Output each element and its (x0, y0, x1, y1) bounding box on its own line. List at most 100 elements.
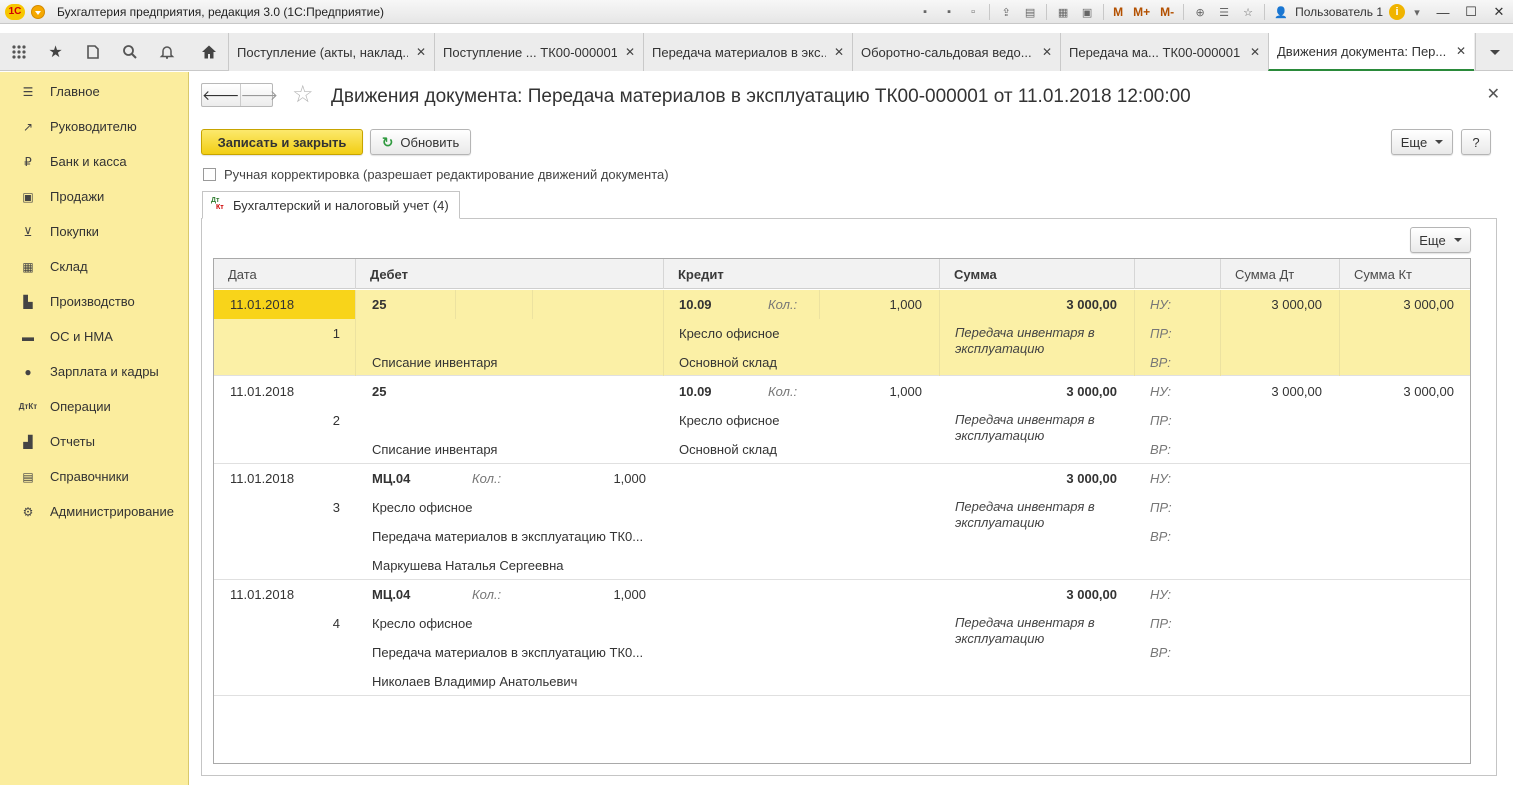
sidebar-item-main[interactable]: ☰ Главное (0, 74, 188, 109)
history-clock-icon[interactable] (74, 33, 111, 71)
cell-divider (455, 290, 456, 319)
sidebar-item-label: Руководителю (50, 119, 137, 134)
sidebar-item-reports[interactable]: ▟ Отчеты (0, 424, 188, 459)
memory-button[interactable]: M (1111, 4, 1125, 20)
tab-document-movements[interactable]: Движения документа: Пер... ✕ (1268, 33, 1474, 71)
table-row[interactable]: 11.01.2018 1 25 Списание инвентаря 10.09… (214, 290, 1470, 376)
favorites-star-icon[interactable]: ★ (37, 33, 74, 71)
menu-lines-icon: ☰ (22, 84, 34, 99)
minimize-button[interactable]: — (1429, 5, 1457, 20)
tab-transfer-list[interactable]: Передача материалов в экс... ✕ (643, 33, 852, 71)
sidebar-item-operations[interactable]: ДтКт Операции (0, 389, 188, 424)
main-menu-button[interactable] (31, 4, 45, 19)
close-tab-icon[interactable]: ✕ (416, 45, 426, 59)
history-icon[interactable]: ☰ (1215, 4, 1233, 20)
pr-label: ПР: (1150, 413, 1172, 428)
manual-correction-checkbox[interactable]: Ручная корректировка (разрешает редактир… (203, 167, 669, 182)
favorites-icon[interactable]: ☆ (1239, 4, 1257, 20)
notifications-bell-icon[interactable] (148, 33, 185, 71)
attach-icon[interactable]: ▤ (1021, 4, 1039, 20)
sidebar-item-purchases[interactable]: ⊻ Покупки (0, 214, 188, 249)
sidebar-item-production[interactable]: ▙ Производство (0, 284, 188, 319)
calculator-icon[interactable]: ▦ (1054, 4, 1072, 20)
user-name[interactable]: Пользователь 1 (1295, 5, 1383, 19)
sum-dt: 3 000,00 (1271, 384, 1322, 399)
shopping-cart-icon: ⊻ (23, 224, 33, 239)
content: Передача инвентаря в эксплуатацию (955, 412, 1095, 443)
close-tab-icon[interactable]: ✕ (1042, 45, 1052, 59)
tab-label: Передача материалов в экс... (652, 44, 826, 60)
table-row[interactable]: 11.01.2018 3 МЦ.04 Кол.: 1,000 Кресло оф… (214, 464, 1470, 580)
close-tab-icon[interactable]: ✕ (1456, 44, 1466, 58)
forward-arrow-icon[interactable]: 🡒 (239, 84, 278, 106)
tabs-list-button[interactable] (1475, 33, 1513, 71)
close-window-button[interactable]: ✕ (1485, 4, 1513, 20)
column-header-sum-dt[interactable]: Сумма Дт (1221, 259, 1340, 289)
sidebar-item-warehouse[interactable]: ▦ Склад (0, 249, 188, 284)
memory-minus-button[interactable]: M- (1158, 4, 1176, 20)
sections-grid-icon[interactable] (0, 33, 37, 71)
close-tab-icon[interactable]: ✕ (625, 45, 635, 59)
close-tab-icon[interactable]: ✕ (1250, 45, 1260, 59)
sidebar-item-fixed-assets[interactable]: ▬ ОС и НМА (0, 319, 188, 354)
debit-subconto: Передача материалов в эксплуатацию ТК0..… (372, 529, 644, 544)
column-header-tax-type[interactable] (1135, 259, 1221, 289)
column-header-sum[interactable]: Сумма (940, 259, 1135, 289)
row-number: 3 (332, 500, 340, 515)
help-button[interactable]: ? (1461, 129, 1491, 155)
sum: 3 000,00 (1066, 471, 1117, 486)
search-icon[interactable] (111, 33, 148, 71)
sidebar-item-salary[interactable]: ● Зарплата и кадры (0, 354, 188, 389)
tab-accounting-tax[interactable]: Дт Кт Бухгалтерский и налоговый учет (4) (202, 191, 460, 219)
close-tab-icon[interactable]: ✕ (834, 45, 844, 59)
column-header-debit[interactable]: Дебет (356, 259, 664, 289)
movements-table[interactable]: Дата Дебет Кредит Сумма Сумма Дт Сумма К… (213, 258, 1471, 764)
debit-qty-label: Кол.: (472, 471, 502, 486)
content: Передача инвентаря в эксплуатацию (955, 499, 1095, 530)
book-icon: ▤ (22, 469, 34, 484)
more-actions-button[interactable]: Еще (1391, 129, 1453, 155)
calendar-icon[interactable]: ▣ (1078, 4, 1096, 20)
home-button[interactable] (192, 33, 226, 71)
checkbox-box[interactable] (203, 168, 216, 181)
sidebar-item-administration[interactable]: ⚙ Администрирование (0, 494, 188, 529)
sidebar-item-director[interactable]: ↗ Руководителю (0, 109, 188, 144)
grid-more-button[interactable]: Еще (1410, 227, 1471, 253)
link-icon[interactable]: ⇪ (997, 4, 1015, 20)
column-header-sum-kt[interactable]: Сумма Кт (1340, 259, 1470, 289)
credit-qty: 1,000 (889, 384, 922, 399)
sidebar-item-catalogs[interactable]: ▤ Справочники (0, 459, 188, 494)
debit-account: 25 (372, 297, 387, 312)
add-to-favorites-star-icon[interactable]: ☆ (292, 83, 314, 107)
write-and-close-button[interactable]: Записать и закрыть (201, 129, 363, 155)
zoom-icon[interactable]: ⊕ (1191, 4, 1209, 20)
row-number: 2 (332, 413, 340, 428)
table-row[interactable]: 11.01.2018 4 МЦ.04 Кол.: 1,000 Кресло оф… (214, 580, 1470, 696)
tab-receipt-document[interactable]: Поступление ... ТК00-000001 ✕ (434, 33, 643, 71)
debit-subconto: Кресло офисное (372, 616, 473, 631)
tab-receipt-list[interactable]: Поступление (акты, наклад... ✕ (228, 33, 434, 71)
sidebar-item-sales[interactable]: ▣ Продажи (0, 179, 188, 214)
table-row[interactable]: 11.01.2018 2 25 Списание инвентаря 10.09… (214, 377, 1470, 464)
sidebar-item-label: Банк и касса (50, 154, 127, 169)
save-icon[interactable]: ▪ (916, 4, 934, 20)
person-icon: ● (24, 364, 32, 379)
tab-transfer-document[interactable]: Передача ма... ТК00-000001 ✕ (1060, 33, 1268, 71)
sidebar-item-bank[interactable]: ₽ Банк и касса (0, 144, 188, 179)
row-date: 11.01.2018 (230, 297, 295, 312)
info-menu-chevron-icon[interactable]: ▾ (1408, 4, 1426, 20)
close-form-icon[interactable]: ✕ (1487, 84, 1500, 104)
back-arrow-icon[interactable]: 🡐 (202, 84, 240, 106)
info-icon[interactable]: i (1389, 4, 1405, 20)
column-header-credit[interactable]: Кредит (664, 259, 940, 289)
top-navigation: ★ Поступление (акты, наклад... ✕ Поступле… (0, 33, 1513, 71)
tab-turnover-balance[interactable]: Оборотно-сальдовая ведо... ✕ (852, 33, 1060, 71)
debit-qty: 1,000 (613, 587, 646, 602)
credit-subconto: Кресло офисное (679, 413, 780, 428)
maximize-button[interactable]: ☐ (1457, 4, 1485, 20)
column-header-date[interactable]: Дата (214, 259, 356, 289)
print-icon[interactable]: ▪ (940, 4, 958, 20)
refresh-button[interactable]: ↻ Обновить (370, 129, 471, 155)
preview-icon[interactable]: ▫ (964, 4, 982, 20)
memory-plus-button[interactable]: M+ (1131, 4, 1152, 20)
